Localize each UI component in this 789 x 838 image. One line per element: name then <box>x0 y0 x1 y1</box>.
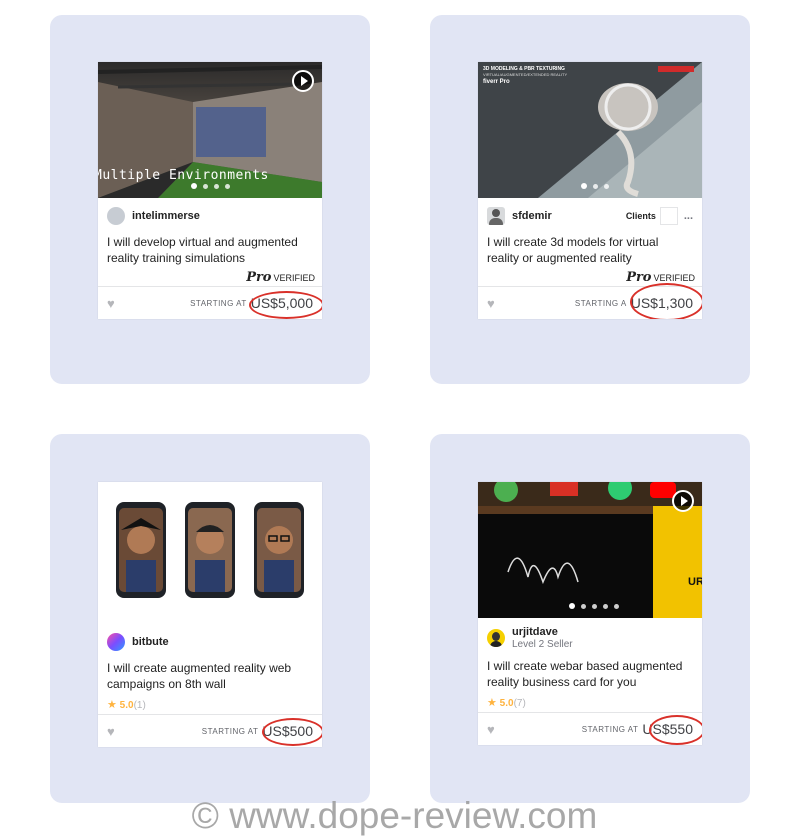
gig-title[interactable]: I will create 3d models for virtual real… <box>478 234 702 270</box>
watermark: © www.dope-review.com <box>191 795 598 836</box>
fiverr-pro-logo: fiverr Pro <box>483 79 510 85</box>
card-footer: ♥ STARTING AT US$550 <box>478 712 702 745</box>
thumbnail-scene <box>116 502 304 598</box>
client-logo-box <box>659 207 678 225</box>
highlight-ring <box>262 718 322 746</box>
gig-title[interactable]: I will create webar based augmented real… <box>478 658 702 694</box>
avatar[interactable] <box>107 633 125 651</box>
gig-thumbnail[interactable]: 3D MODELING & PBR TEXTURING VIRTUAL/AUGM… <box>478 62 702 198</box>
seller-name[interactable]: urjitdave Level 2 Seller <box>512 626 573 650</box>
thumbnail-scene <box>478 482 702 618</box>
star-icon: ★ <box>107 699 117 711</box>
heart-icon[interactable]: ♥ <box>487 297 499 310</box>
play-icon[interactable] <box>672 490 694 512</box>
card-footer: ♥ STARTING AT US$5,000 <box>98 286 322 319</box>
carousel-dots[interactable] <box>98 183 322 189</box>
starting-at-label: STARTING AT <box>201 726 259 736</box>
star-icon: ★ <box>487 697 497 709</box>
thumbnail-caption: Multiple Environments <box>98 168 269 183</box>
seller-row: sfdemir Clients... <box>478 198 702 234</box>
card-footer: ♥ STARTING A US$1,300 <box>478 283 702 319</box>
seller-row: bitbute <box>98 624 322 660</box>
carousel-dots[interactable] <box>478 603 702 609</box>
thumbnail-scene <box>538 62 702 198</box>
gig-title[interactable]: I will develop virtual and augmented rea… <box>98 234 322 270</box>
starting-at-label: STARTING A <box>574 298 627 308</box>
highlight-ring <box>249 291 322 319</box>
highlight-ring <box>649 715 702 745</box>
avatar[interactable] <box>487 629 505 647</box>
more-icon[interactable]: ... <box>684 210 693 222</box>
highlight-ring <box>630 283 702 319</box>
gig-thumbnail[interactable]: UR <box>478 482 702 618</box>
gig-title[interactable]: I will create augmented reality web camp… <box>98 660 322 696</box>
gig-thumbnail[interactable] <box>98 482 322 618</box>
seller-name[interactable]: intelimmerse <box>132 210 200 222</box>
rating: ★ 5.0(1) <box>107 699 146 711</box>
starting-at-label: STARTING AT <box>581 724 639 734</box>
thumbnail-caption: UR <box>688 576 702 588</box>
seller-row: urjitdave Level 2 Seller <box>478 618 702 658</box>
seller-name[interactable]: bitbute <box>132 636 169 648</box>
heart-icon[interactable]: ♥ <box>107 725 119 738</box>
play-icon[interactable] <box>292 70 314 92</box>
heart-icon[interactable]: ♥ <box>487 723 499 736</box>
seller-row: intelimmerse <box>98 198 322 234</box>
gig-card-2[interactable]: 3D MODELING & PBR TEXTURING VIRTUAL/AUGM… <box>478 62 702 319</box>
seller-name[interactable]: sfdemir <box>512 210 552 222</box>
rating: ★ 5.0(7) <box>487 697 526 709</box>
gig-thumbnail[interactable]: Multiple Environments <box>98 62 322 198</box>
thumbnail-subheading: VIRTUAL/AUGMENTED/EXTENDED REALITY <box>483 72 568 77</box>
avatar[interactable] <box>107 207 125 225</box>
clients-label[interactable]: Clients... <box>626 207 693 225</box>
pro-verified-badge: Pro VERIFIED <box>246 270 315 285</box>
gig-card-4[interactable]: UR urjitdave Level 2 Seller I will create… <box>478 482 702 745</box>
card-footer: ♥ STARTING AT US$500 <box>98 714 322 747</box>
pro-logo: Pro <box>246 270 272 285</box>
gig-card-3[interactable]: bitbute I will create augmented reality … <box>98 482 322 747</box>
carousel-dots[interactable] <box>478 183 702 189</box>
seller-level: Level 2 Seller <box>512 639 573 650</box>
heart-icon[interactable]: ♥ <box>107 297 119 310</box>
gig-card-1[interactable]: Multiple Environments intelimmerse I wil… <box>98 62 322 319</box>
pro-logo: Pro <box>626 270 652 285</box>
starting-at-label: STARTING AT <box>190 298 247 308</box>
avatar[interactable] <box>487 207 505 225</box>
